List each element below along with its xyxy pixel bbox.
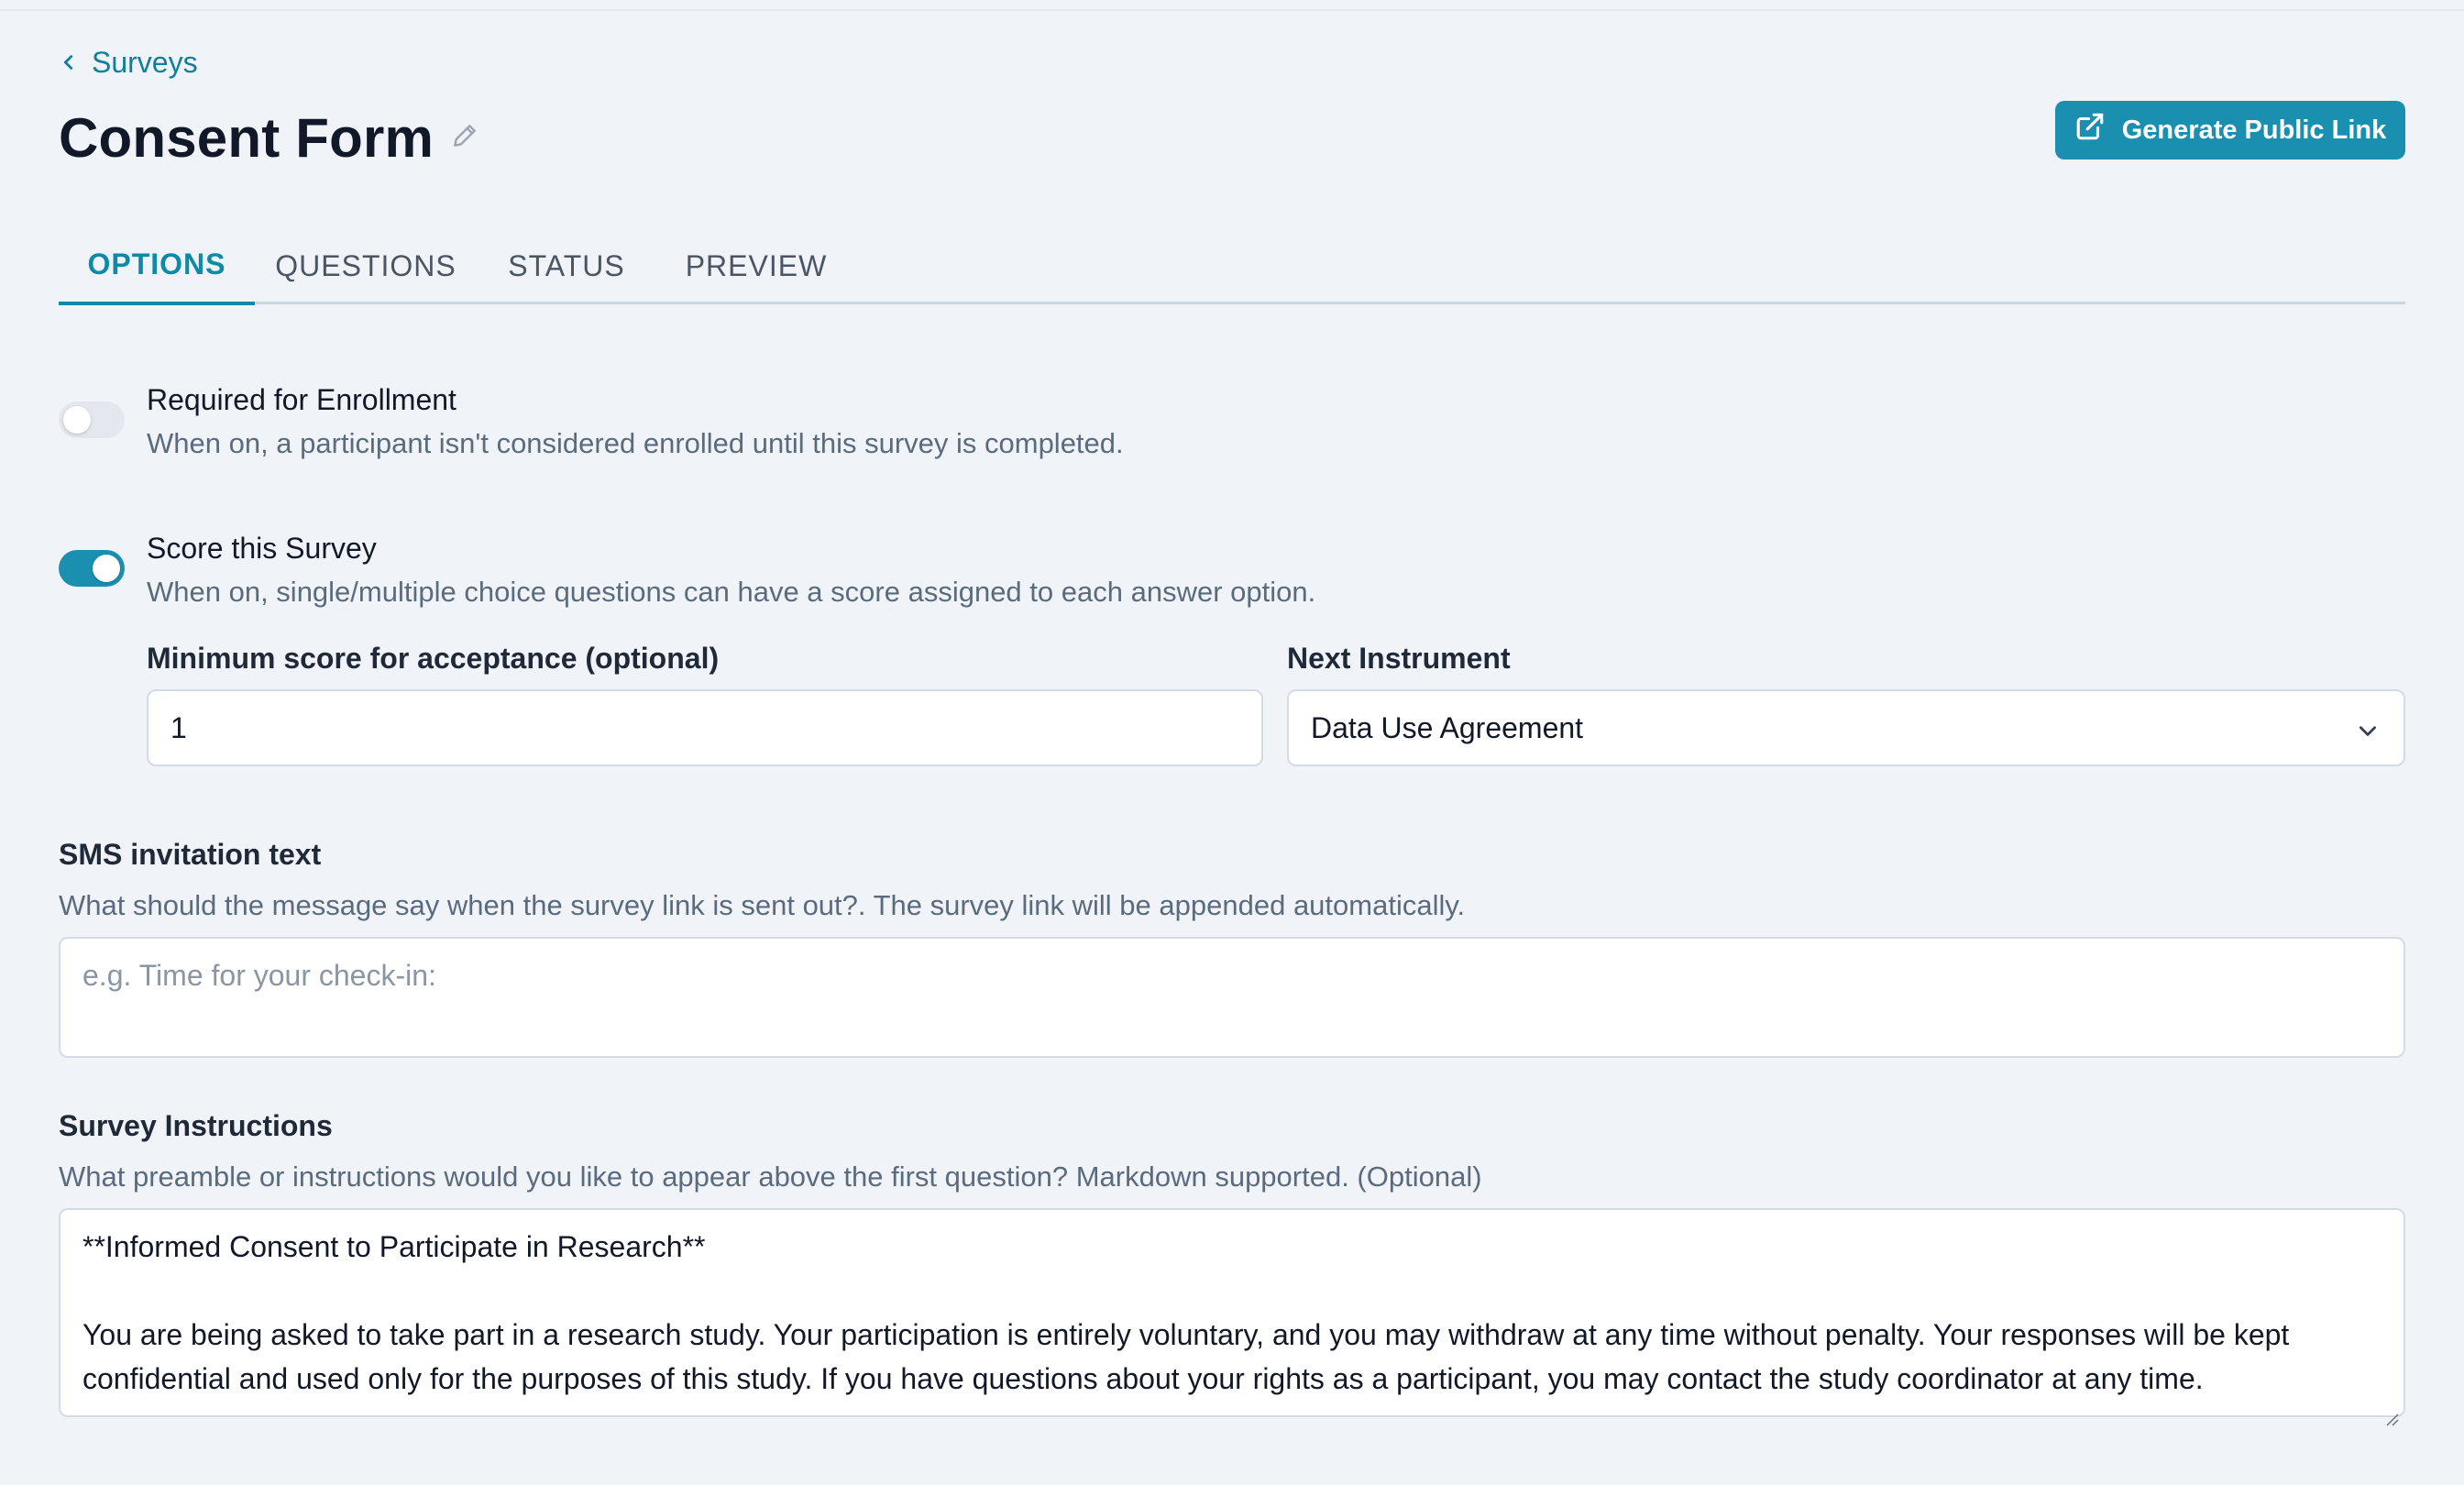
sms-help: What should the message say when the sur… — [59, 889, 1466, 921]
instructions-line-heading: **Informed Consent to Participate in Res… — [82, 1230, 706, 1263]
toggle-knob — [63, 406, 91, 434]
page-title: Consent Form — [59, 106, 434, 169]
min-score-value: 1 — [170, 710, 187, 744]
next-instrument-label: Next Instrument — [1287, 642, 1511, 675]
min-score-label: Minimum score for acceptance (optional) — [147, 642, 720, 675]
instructions-help: What preamble or instructions would you … — [59, 1160, 1482, 1193]
score-survey-description: When on, single/multiple choice question… — [147, 576, 1316, 608]
back-link-surveys[interactable]: Surveys — [59, 44, 198, 81]
resize-handle-icon[interactable] — [2383, 1395, 2400, 1426]
back-link-label: Surveys — [92, 45, 198, 79]
pencil-icon[interactable] — [450, 121, 479, 155]
chevron-down-icon — [2356, 716, 2380, 740]
tab-questions[interactable]: QUESTIONS — [255, 227, 477, 304]
required-enrollment-toggle[interactable] — [59, 402, 125, 438]
generate-public-link-label: Generate Public Link — [2121, 115, 2387, 145]
min-score-input[interactable]: 1 — [147, 689, 1263, 766]
next-instrument-value: Data Use Agreement — [1311, 710, 1584, 744]
instructions-blank-line — [82, 1269, 2382, 1313]
instructions-label: Survey Instructions — [59, 1109, 333, 1142]
tab-options[interactable]: OPTIONS — [59, 227, 255, 305]
instructions-line-body: You are being asked to take part in a re… — [82, 1318, 2290, 1395]
survey-options-page: Surveys Consent Form Generate Public Lin… — [59, 0, 2405, 1485]
sms-placeholder: e.g. Time for your check-in: — [82, 959, 436, 992]
tab-status[interactable]: STATUS — [477, 227, 656, 304]
instructions-textarea[interactable]: **Informed Consent to Participate in Res… — [59, 1208, 2405, 1426]
tab-preview[interactable]: PREVIEW — [656, 227, 856, 304]
generate-public-link-button[interactable]: Generate Public Link — [2055, 101, 2405, 160]
sms-label: SMS invitation text — [59, 838, 322, 871]
score-survey-title: Score this Survey — [147, 532, 377, 565]
score-survey-toggle[interactable] — [59, 550, 125, 587]
toggle-knob — [93, 555, 120, 582]
external-link-icon — [2074, 111, 2106, 149]
tab-bar: OPTIONS QUESTIONS STATUS PREVIEW — [59, 227, 2405, 305]
sms-textarea[interactable]: e.g. Time for your check-in: — [59, 937, 2405, 1058]
required-enrollment-title: Required for Enrollment — [147, 383, 456, 416]
required-enrollment-description: When on, a participant isn't considered … — [147, 427, 1124, 459]
page-header: Consent Form — [59, 101, 479, 174]
next-instrument-select[interactable]: Data Use Agreement — [1287, 689, 2405, 766]
chevron-left-icon — [59, 46, 79, 80]
